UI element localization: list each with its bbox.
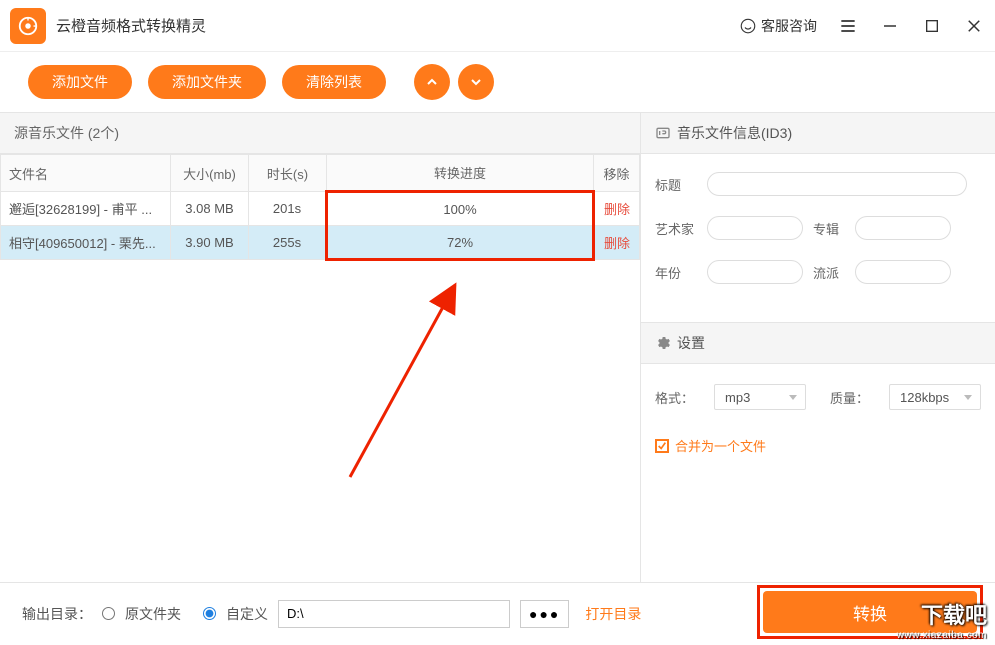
cell-size: 3.08 MB bbox=[171, 192, 249, 226]
app-title: 云橙音频格式转换精灵 bbox=[56, 15, 739, 36]
id-icon bbox=[655, 125, 671, 141]
smile-icon bbox=[739, 17, 757, 35]
chevron-up-icon bbox=[424, 74, 440, 90]
source-folder-radio[interactable] bbox=[102, 607, 115, 620]
merge-checkbox[interactable]: 合并为一个文件 bbox=[655, 436, 981, 455]
customer-service-button[interactable]: 客服咨询 bbox=[739, 16, 817, 36]
album-field[interactable] bbox=[855, 216, 951, 240]
cell-filename: 邂逅[32628199] - 甫平 ... bbox=[1, 192, 171, 226]
label-title: 标题 bbox=[655, 175, 697, 194]
label-album: 专辑 bbox=[813, 219, 845, 238]
year-field[interactable] bbox=[707, 260, 803, 284]
label-format: 格式： bbox=[655, 388, 694, 407]
cell-progress: 72% bbox=[327, 226, 594, 260]
output-dir-label: 输出目录： bbox=[22, 604, 92, 624]
cell-duration: 201s bbox=[249, 192, 327, 226]
source-folder-label[interactable]: 原文件夹 bbox=[125, 604, 181, 624]
col-progress: 转换进度 bbox=[327, 155, 594, 192]
merge-label: 合并为一个文件 bbox=[675, 436, 766, 455]
minimize-icon bbox=[881, 17, 899, 35]
custom-folder-label[interactable]: 自定义 bbox=[226, 604, 268, 624]
close-icon bbox=[965, 17, 983, 35]
watermark: 下载吧 www.xiazaiba.com bbox=[897, 598, 987, 641]
customer-service-label: 客服咨询 bbox=[761, 16, 817, 36]
col-duration: 时长(s) bbox=[249, 155, 327, 192]
move-up-button[interactable] bbox=[414, 64, 450, 100]
hamburger-icon bbox=[838, 16, 858, 36]
clear-list-button[interactable]: 清除列表 bbox=[282, 65, 386, 99]
title-field[interactable] bbox=[707, 172, 967, 196]
output-path-input[interactable] bbox=[278, 600, 510, 628]
label-year: 年份 bbox=[655, 263, 697, 282]
menu-button[interactable] bbox=[837, 15, 859, 37]
col-size: 大小(mb) bbox=[171, 155, 249, 192]
delete-link[interactable]: 删除 bbox=[604, 236, 630, 251]
maximize-button[interactable] bbox=[921, 15, 943, 37]
gear-icon bbox=[655, 335, 671, 351]
annotation-arrow bbox=[320, 277, 480, 487]
add-folder-button[interactable]: 添加文件夹 bbox=[148, 65, 266, 99]
minimize-button[interactable] bbox=[879, 15, 901, 37]
source-files-header: 源音乐文件 (2个) bbox=[0, 112, 640, 154]
col-filename: 文件名 bbox=[1, 155, 171, 192]
table-row[interactable]: 邂逅[32628199] - 甫平 ... 3.08 MB 201s 100% … bbox=[1, 192, 640, 226]
move-down-button[interactable] bbox=[458, 64, 494, 100]
col-remove: 移除 bbox=[594, 155, 640, 192]
table-row[interactable]: 相守[409650012] - 栗先... 3.90 MB 255s 72% 删… bbox=[1, 226, 640, 260]
chevron-down-icon bbox=[468, 74, 484, 90]
cell-duration: 255s bbox=[249, 226, 327, 260]
delete-link[interactable]: 删除 bbox=[604, 202, 630, 217]
file-table: 文件名 大小(mb) 时长(s) 转换进度 移除 邂逅[32628199] - … bbox=[0, 154, 640, 261]
browse-button[interactable]: ●●● bbox=[520, 600, 569, 628]
cell-progress: 100% bbox=[327, 192, 594, 226]
artist-field[interactable] bbox=[707, 216, 803, 240]
maximize-icon bbox=[924, 18, 940, 34]
format-dropdown[interactable]: mp3 bbox=[714, 384, 806, 410]
quality-dropdown[interactable]: 128kbps bbox=[889, 384, 981, 410]
custom-folder-radio[interactable] bbox=[203, 607, 216, 620]
label-quality: 质量： bbox=[830, 388, 869, 407]
cell-size: 3.90 MB bbox=[171, 226, 249, 260]
add-file-button[interactable]: 添加文件 bbox=[28, 65, 132, 99]
settings-section-header: 设置 bbox=[641, 322, 995, 364]
close-button[interactable] bbox=[963, 15, 985, 37]
checkbox-icon bbox=[655, 439, 669, 453]
open-dir-link[interactable]: 打开目录 bbox=[585, 604, 641, 624]
id3-section-header: 音乐文件信息(ID3) bbox=[641, 112, 995, 154]
genre-field[interactable] bbox=[855, 260, 951, 284]
id3-title: 音乐文件信息(ID3) bbox=[677, 123, 792, 143]
cell-filename: 相守[409650012] - 栗先... bbox=[1, 226, 171, 260]
label-artist: 艺术家 bbox=[655, 219, 697, 238]
app-logo bbox=[10, 8, 46, 44]
label-genre: 流派 bbox=[813, 263, 845, 282]
settings-title: 设置 bbox=[677, 333, 705, 353]
